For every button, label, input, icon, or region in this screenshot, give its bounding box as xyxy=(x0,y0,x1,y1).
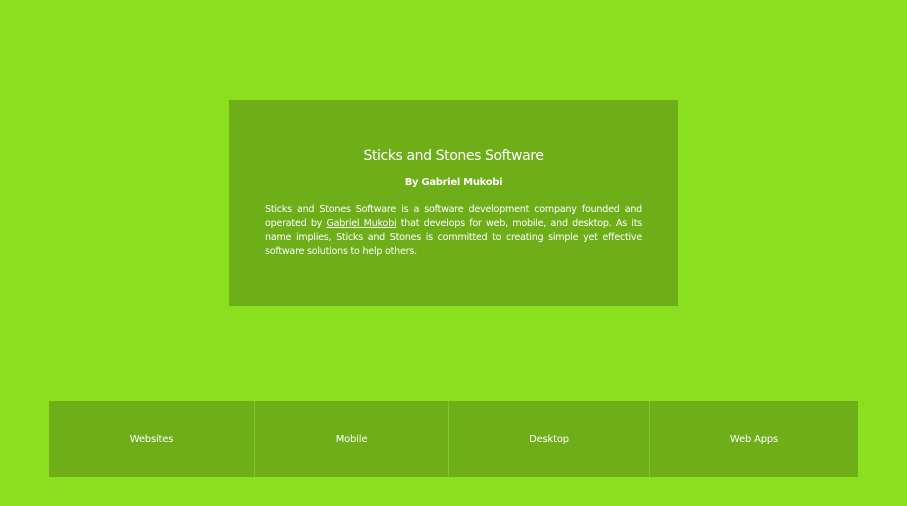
hero-card: Sticks and Stones Software By Gabriel Mu… xyxy=(229,100,678,306)
hero-author: By Gabriel Mukobi xyxy=(404,177,503,188)
page: { "colors": { "page_background": "#8adf1… xyxy=(0,0,907,506)
service-web-apps[interactable]: Web Apps xyxy=(649,401,858,477)
author-link[interactable]: Gabriel Mukobi xyxy=(326,218,396,229)
service-desktop[interactable]: Desktop xyxy=(448,401,649,477)
service-websites[interactable]: Websites xyxy=(49,401,254,477)
service-mobile[interactable]: Mobile xyxy=(254,401,448,477)
hero-description: Sticks and Stones Software is a software… xyxy=(265,203,642,259)
services-bar: Websites Mobile Desktop Web Apps xyxy=(49,401,858,477)
hero-title: Sticks and Stones Software xyxy=(363,148,544,164)
